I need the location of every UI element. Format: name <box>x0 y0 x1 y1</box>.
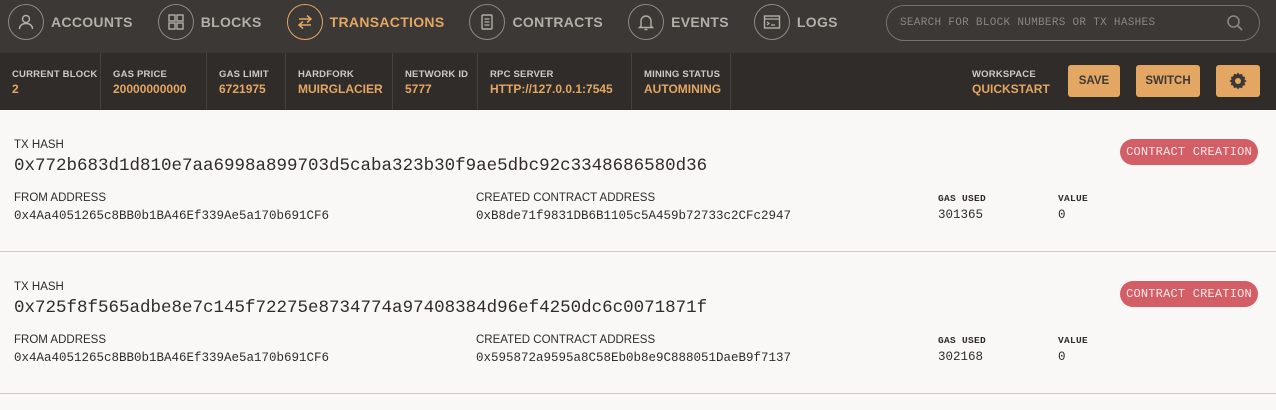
nav-transactions[interactable]: TRANSACTIONS <box>286 0 445 44</box>
status-value: HTTP://127.0.0.1:7545 <box>490 82 613 96</box>
document-icon <box>469 4 506 40</box>
transaction-list: TX HASH 0x772b683d1d810e7aa6998a899703d5… <box>0 110 1276 394</box>
status-title: MINING STATUS <box>644 69 721 80</box>
tx-hash-label: TX HASH <box>14 281 64 293</box>
status-title: HARDFORK <box>298 69 354 80</box>
tx-hash: 0x772b683d1d810e7aa6998a899703d5caba323b… <box>14 156 708 176</box>
nav-contracts[interactable]: CONTRACTS <box>469 0 603 44</box>
top-navigation: ACCOUNTS BLOCKS TRANSACTIONS CONTRACTS E… <box>0 0 1276 44</box>
created-contract-address: 0x595872a9595a8C58Eb0b8e9C888051DaeB9f71… <box>476 351 792 365</box>
nav-accounts-label: ACCOUNTS <box>51 14 133 30</box>
nav-events-label: EVENTS <box>671 14 729 30</box>
person-icon <box>8 4 44 40</box>
status-value: 5777 <box>405 82 432 96</box>
status-title: NETWORK ID <box>405 69 469 80</box>
nav-logs[interactable]: LOGS <box>753 0 838 44</box>
nav-blocks-label: BLOCKS <box>200 14 262 30</box>
status-gas-price: GAS PRICE 20000000000 <box>101 53 207 110</box>
search-input[interactable] <box>900 17 1225 29</box>
created-contract-label: CREATED CONTRACT ADDRESS <box>476 334 656 346</box>
switch-button[interactable]: SWITCH <box>1136 65 1200 97</box>
from-address: 0x4Aa4051265c8BB0b1BA46Ef339Ae5a170b691C… <box>14 209 330 223</box>
status-current-block: CURRENT BLOCK 2 <box>0 53 101 110</box>
bell-icon <box>628 4 665 40</box>
save-button[interactable]: SAVE <box>1068 65 1120 97</box>
status-value: AUTOMINING <box>644 82 722 96</box>
nav-transactions-label: TRANSACTIONS <box>329 14 445 30</box>
from-address-label: FROM ADDRESS <box>14 192 107 204</box>
value-label: VALUE <box>1058 335 1089 346</box>
status-title: CURRENT BLOCK <box>12 69 98 80</box>
nav-logs-label: LOGS <box>796 14 838 30</box>
status-network-id: NETWORK ID 5777 <box>393 53 478 110</box>
tx-hash: 0x725f8f565adbe8e7c145f72275e8734774a974… <box>14 298 708 318</box>
transaction-row[interactable]: TX HASH 0x772b683d1d810e7aa6998a899703d5… <box>0 110 1276 252</box>
status-spacer <box>731 53 960 110</box>
status-title: GAS PRICE <box>113 69 168 80</box>
tx-hash-label: TX HASH <box>14 139 64 151</box>
nav-accounts[interactable]: ACCOUNTS <box>8 0 133 44</box>
nav-blocks[interactable]: BLOCKS <box>157 0 262 44</box>
nav-divider <box>0 44 1276 53</box>
status-value: QUICKSTART <box>972 82 1050 96</box>
nav-contracts-label: CONTRACTS <box>512 14 604 30</box>
nav-events[interactable]: EVENTS <box>628 0 729 44</box>
created-contract-address: 0xB8de71f9831DB6B1105c5A459b72733c2CFc29… <box>476 209 792 223</box>
status-title: RPC SERVER <box>490 69 554 80</box>
status-value: 2 <box>12 82 19 96</box>
gas-used-label: GAS USED <box>938 193 987 204</box>
tx-type-badge: CONTRACT CREATION <box>1120 139 1258 165</box>
status-rpc-server: RPC SERVER HTTP://127.0.0.1:7545 <box>478 53 632 110</box>
from-address-label: FROM ADDRESS <box>14 334 107 346</box>
terminal-icon <box>753 4 790 40</box>
status-mining: MINING STATUS AUTOMINING <box>632 53 731 110</box>
swap-arrows-icon <box>286 4 323 40</box>
status-value: MUIRGLACIER <box>298 82 383 96</box>
gas-used: 301365 <box>938 208 984 222</box>
grid-icon <box>157 4 194 40</box>
status-gas-limit: GAS LIMIT 6721975 <box>207 53 286 110</box>
search-icon[interactable] <box>1225 13 1245 33</box>
status-value: 20000000000 <box>113 82 187 96</box>
status-title: GAS LIMIT <box>219 69 269 80</box>
status-title: WORKSPACE <box>972 69 1036 80</box>
from-address: 0x4Aa4051265c8BB0b1BA46Ef339Ae5a170b691C… <box>14 351 330 365</box>
status-value: 6721975 <box>219 82 266 96</box>
gas-used-label: GAS USED <box>938 335 987 346</box>
status-hardfork: HARDFORK MUIRGLACIER <box>286 53 393 110</box>
settings-button[interactable] <box>1216 65 1260 97</box>
value-label: VALUE <box>1058 193 1089 204</box>
gas-used: 302168 <box>938 350 984 364</box>
transaction-row[interactable]: TX HASH 0x725f8f565adbe8e7c145f72275e873… <box>0 252 1276 394</box>
gear-icon <box>1229 72 1247 90</box>
status-workspace: WORKSPACE QUICKSTART <box>960 53 1072 110</box>
value: 0 <box>1058 208 1066 222</box>
value: 0 <box>1058 350 1066 364</box>
created-contract-label: CREATED CONTRACT ADDRESS <box>476 192 656 204</box>
search-box <box>886 5 1260 41</box>
tx-type-badge: CONTRACT CREATION <box>1120 281 1258 307</box>
